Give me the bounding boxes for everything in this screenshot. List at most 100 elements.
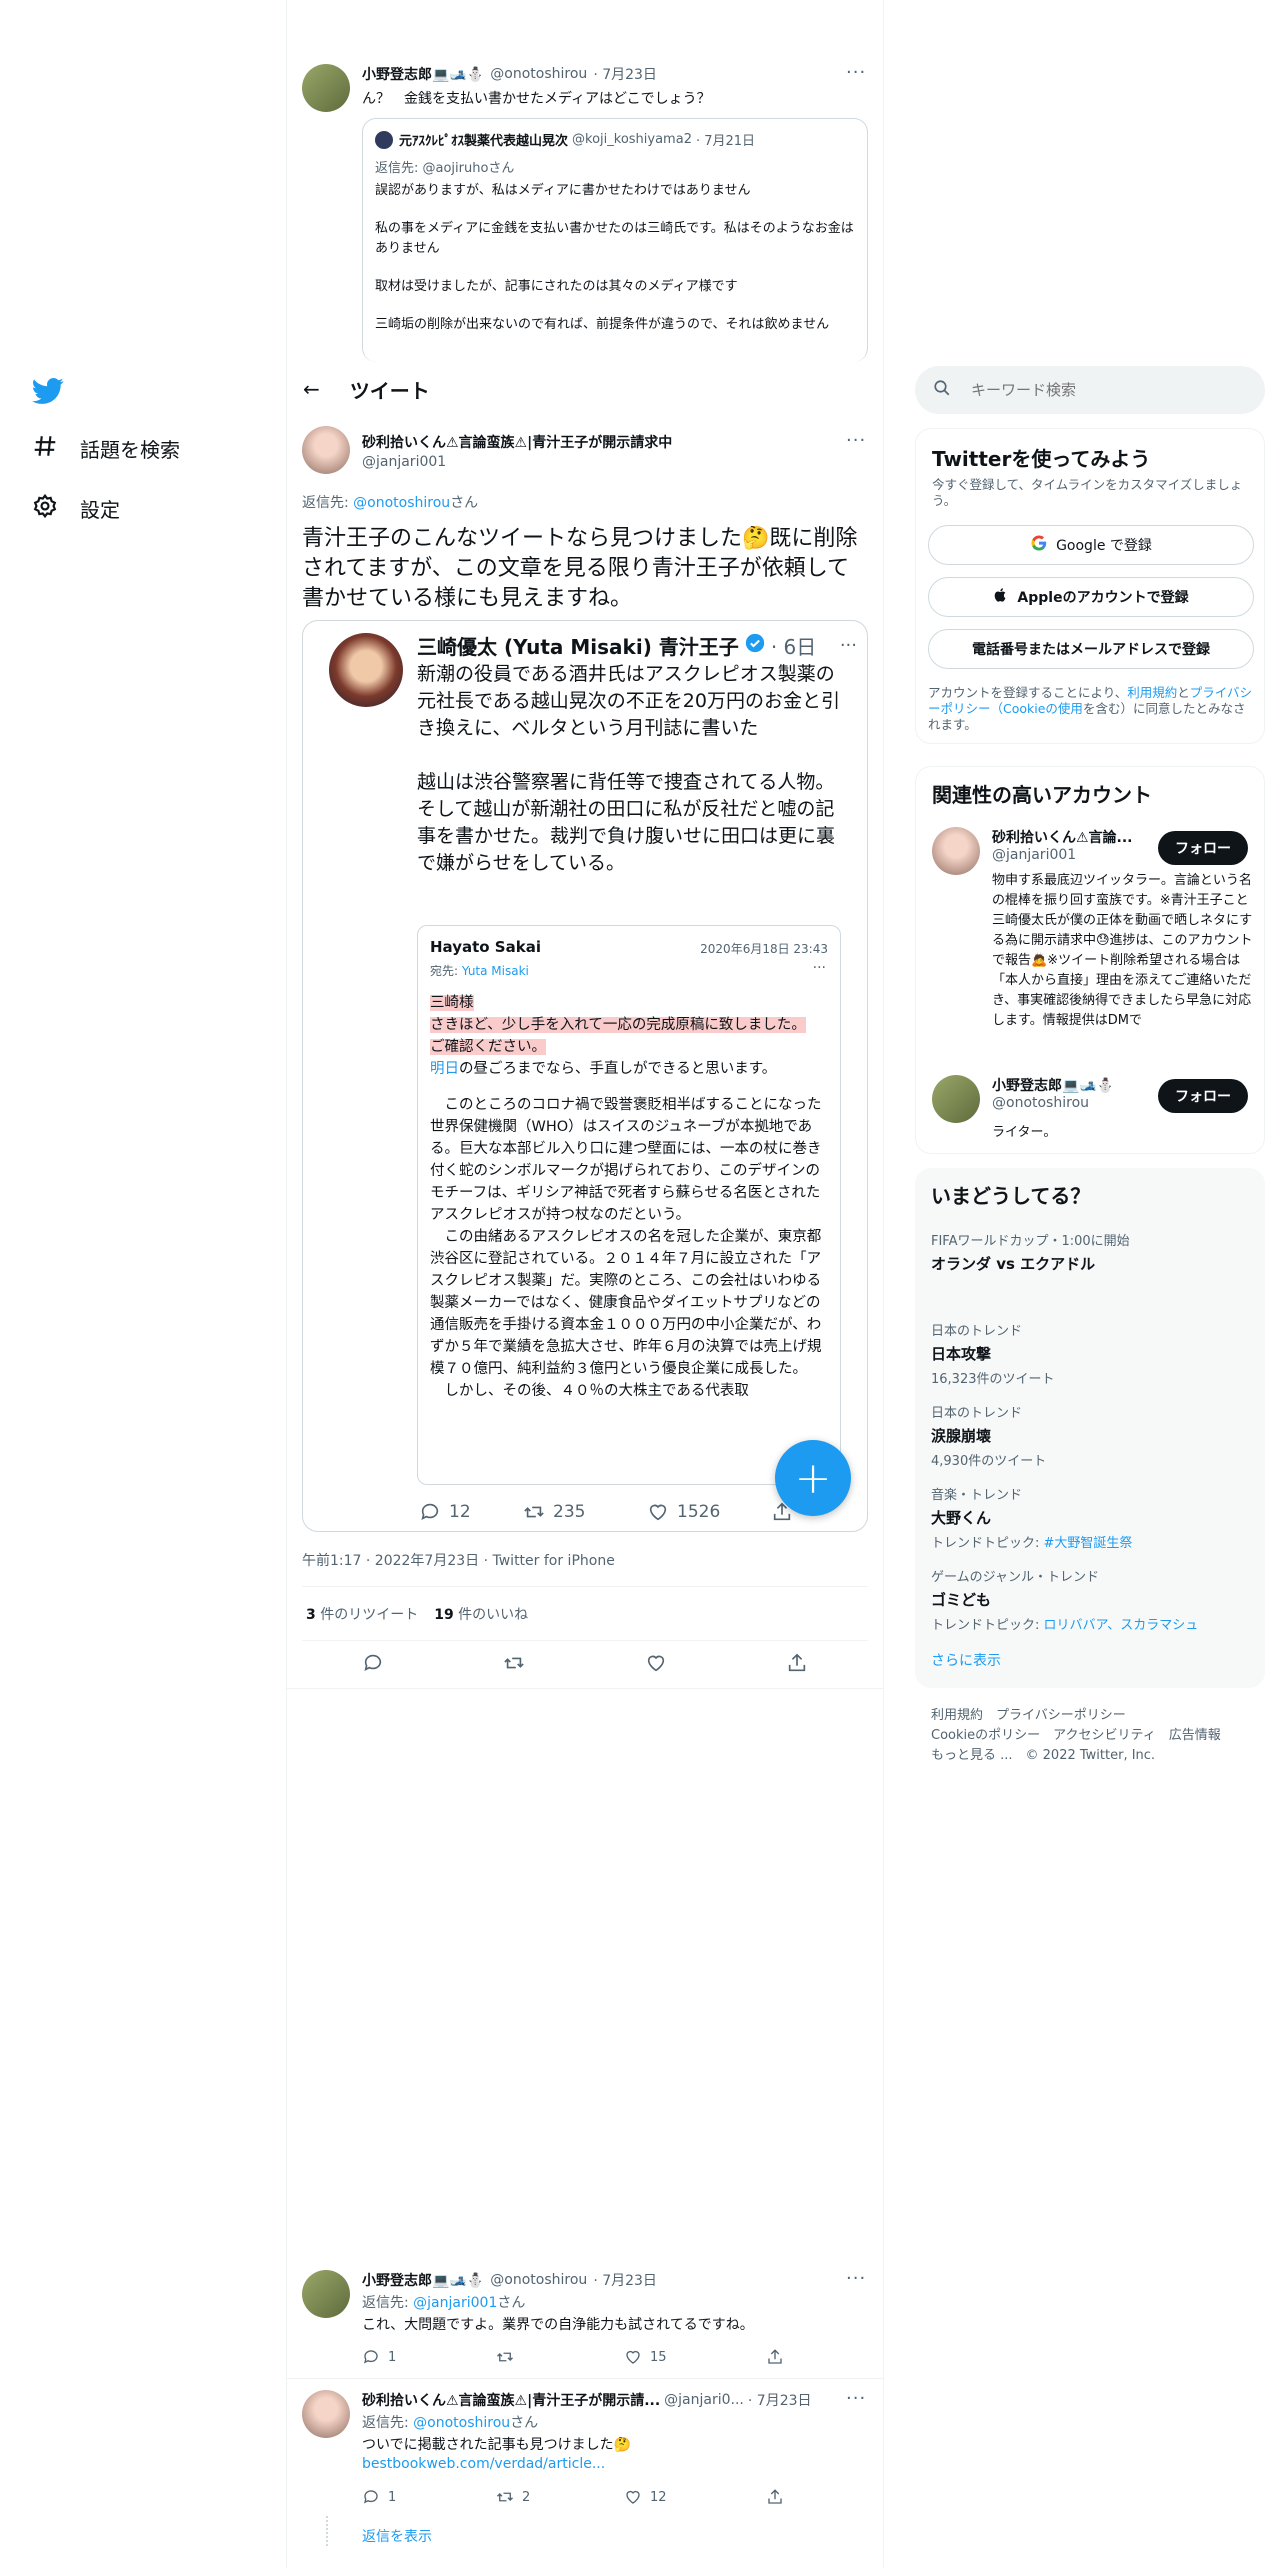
back-arrow-icon[interactable]: ← bbox=[303, 377, 320, 401]
heart-icon bbox=[626, 2490, 640, 2504]
search-input[interactable] bbox=[971, 381, 1231, 399]
trend-title: 日本攻撃 bbox=[931, 1345, 992, 1363]
image-action-bar: 12 235 1526 bbox=[419, 1501, 839, 1523]
avatar[interactable] bbox=[302, 64, 350, 112]
reply-icon bbox=[421, 1503, 439, 1520]
likes-stat[interactable]: 19 件のいいね bbox=[434, 1604, 528, 1624]
count: 1 bbox=[388, 2489, 397, 2505]
trend-item[interactable]: 音楽・トレンド 大野くん トレンドトピック: #大野智誕生祭 bbox=[931, 1484, 1132, 1551]
reply-to-link[interactable]: @onotoshirou bbox=[353, 495, 450, 511]
more-options-icon[interactable]: ··· bbox=[846, 2268, 1266, 2289]
compose-tweet-button[interactable]: + bbox=[775, 1440, 851, 1516]
account-info[interactable]: 砂利拾いくん⚠言論... @janjari001 bbox=[992, 827, 1152, 863]
search-bar[interactable] bbox=[915, 366, 1265, 414]
reply-button[interactable] bbox=[362, 1652, 384, 1674]
share-button[interactable] bbox=[766, 2348, 784, 2366]
footer-line[interactable]: もっと見る ... © 2022 Twitter, Inc. bbox=[931, 1746, 1221, 1766]
reply-button[interactable]: 1 bbox=[362, 2348, 496, 2366]
nav-settings-label: 設定 bbox=[80, 498, 120, 522]
reply-suffix: さん bbox=[510, 2415, 539, 2431]
follow-button[interactable]: フォロー bbox=[1158, 831, 1248, 865]
left-sidebar: 話題を検索 設定 bbox=[0, 0, 286, 2568]
like-button[interactable]: 12 bbox=[624, 2488, 766, 2506]
avatar[interactable] bbox=[932, 827, 980, 875]
share-icon bbox=[789, 1653, 806, 1672]
google-signup-button[interactable]: Google で登録 bbox=[928, 525, 1254, 565]
retweet-button[interactable]: 2 bbox=[496, 2488, 624, 2506]
reply-to: 返信先: @onotoshirouさん bbox=[362, 2412, 538, 2432]
author-name[interactable]: 砂利拾いくん⚠言論蛮族⚠|青汁王子が開示請... bbox=[362, 2390, 660, 2410]
trend-topic: トレンドトピック: ロリババア、スカラマシュ bbox=[931, 1614, 1198, 1633]
show-replies-link[interactable]: 返信を表示 bbox=[362, 2526, 432, 2546]
google-signup-label: Google で登録 bbox=[1056, 538, 1152, 554]
terms-link[interactable]: 利用規約 bbox=[1127, 685, 1177, 700]
signup-card: Twitterを使ってみよう 今すぐ登録して、タイムラインをカスタマイズしましょ… bbox=[915, 428, 1265, 744]
tweet-image[interactable]: 三崎優太 (Yuta Misaki) 青汁王子 · 6日 ··· 新潮の役員であ… bbox=[302, 620, 868, 1532]
trend-item[interactable]: 日本のトレンド 涙腺崩壊 4,930件のツイート bbox=[931, 1402, 1046, 1469]
phone-email-signup-label: 電話番号またはメールアドレスで登録 bbox=[972, 642, 1210, 658]
reply-to-link[interactable]: @janjari001 bbox=[413, 2295, 497, 2311]
trend-item[interactable]: ゲームのジャンル・トレンド ゴミども トレンドトピック: ロリババア、スカラマシ… bbox=[931, 1566, 1198, 1633]
reply-header: 小野登志郎💻🎿⛄ @onotoshirou · 7月23日 bbox=[362, 2270, 832, 2290]
apple-icon bbox=[993, 586, 1009, 608]
avatar[interactable] bbox=[302, 426, 350, 474]
retweet-button[interactable] bbox=[503, 1652, 525, 1674]
quoted-text: 誤認がありますが、私はメディアに書かせたわけではありません 私の事をメディアに金… bbox=[375, 181, 855, 335]
author-handle[interactable]: @janjari0... bbox=[664, 2392, 744, 2408]
like-button[interactable]: 15 bbox=[624, 2348, 766, 2366]
count: 2 bbox=[522, 2489, 531, 2505]
trend-topic-link[interactable]: ロリババア、スカラマシュ bbox=[1044, 1618, 1199, 1633]
account-info[interactable]: 小野登志郎💻🎿⛄ @onotoshirou bbox=[992, 1075, 1152, 1111]
main-tweet-author[interactable]: 砂利拾いくん⚠言論蛮族⚠|青汁王子が開示請求中 @janjari001 bbox=[362, 432, 832, 470]
nav-explore[interactable]: 話題を検索 bbox=[32, 433, 180, 464]
avatar[interactable] bbox=[302, 2390, 350, 2438]
reply-to-link[interactable]: @onotoshirou bbox=[413, 2415, 510, 2431]
reply-icon bbox=[363, 2490, 378, 2504]
retweet-icon bbox=[524, 1506, 544, 1518]
reply-icon bbox=[364, 1654, 381, 1671]
mail-line: 三崎様 bbox=[430, 995, 474, 1011]
author-name[interactable]: 小野登志郎💻🎿⛄ bbox=[362, 64, 484, 84]
like-button[interactable] bbox=[645, 1652, 667, 1674]
reply-button[interactable]: 1 bbox=[362, 2488, 496, 2506]
avatar[interactable] bbox=[302, 2270, 350, 2318]
author-handle[interactable]: @onotoshirou bbox=[490, 2272, 587, 2288]
follow-button[interactable]: フォロー bbox=[1158, 1079, 1248, 1113]
share-button[interactable] bbox=[786, 1652, 808, 1674]
reply-action-bar: 1 2 12 bbox=[362, 2488, 802, 2506]
trend-item[interactable]: 日本のトレンド 日本攻撃 16,323件のツイート bbox=[931, 1320, 1055, 1387]
author-handle[interactable]: @onotoshirou bbox=[490, 66, 587, 82]
trend-category: 日本のトレンド bbox=[931, 1324, 1023, 1339]
apple-signup-button[interactable]: Appleのアカウントで登録 bbox=[928, 577, 1254, 617]
tweet-date[interactable]: · 7月23日 bbox=[593, 64, 657, 84]
main-action-bar bbox=[302, 1652, 868, 1674]
nav-explore-label: 話題を検索 bbox=[80, 438, 180, 462]
twitter-logo-icon[interactable] bbox=[32, 375, 64, 407]
tweet-date[interactable]: · 7月23日 bbox=[593, 2270, 657, 2290]
trend-item[interactable]: FIFAワールドカップ・1:00に開始 オランダ vs エクアドル bbox=[931, 1230, 1130, 1274]
quoted-header: 元ｱｽｸﾚﾋﾟｵｽ製薬代表越山晃次 @koji_koshiyama2 · 7月2… bbox=[399, 130, 859, 149]
image-paragraph: 新潮の役員である酒井氏はアスクレピオス製薬の元社長である越山晃次の不正を20万円… bbox=[417, 663, 840, 739]
tweet-date[interactable]: · 7月23日 bbox=[748, 2390, 812, 2410]
share-button[interactable] bbox=[766, 2488, 784, 2506]
avatar[interactable] bbox=[932, 1075, 980, 1123]
article-link[interactable]: bestbookweb.com/verdad/article... bbox=[362, 2456, 605, 2472]
image-reply: 12 bbox=[419, 1501, 523, 1523]
quoted-tweet[interactable]: 元ｱｽｸﾚﾋﾟｵｽ製薬代表越山晃次 @koji_koshiyama2 · 7月2… bbox=[362, 118, 868, 362]
author-name[interactable]: 小野登志郎💻🎿⛄ bbox=[362, 2270, 484, 2290]
quoted-author-name: 元ｱｽｸﾚﾋﾟｵｽ製薬代表越山晃次 bbox=[399, 134, 569, 149]
page-title: ツイート bbox=[349, 378, 430, 403]
retweet-button[interactable] bbox=[496, 2348, 624, 2366]
show-more-link[interactable]: さらに表示 bbox=[931, 1650, 1001, 1670]
reply-header: 砂利拾いくん⚠言論蛮族⚠|青汁王子が開示請... @janjari0... · … bbox=[362, 2390, 832, 2410]
author-name[interactable]: 砂利拾いくん⚠言論蛮族⚠|青汁王子が開示請求中 bbox=[362, 432, 832, 452]
author-handle[interactable]: @janjari001 bbox=[362, 454, 832, 470]
retweets-stat[interactable]: 3 件のリツイート bbox=[306, 1604, 418, 1624]
more-options-icon[interactable]: ··· bbox=[846, 2388, 1266, 2409]
phone-email-signup-button[interactable]: 電話番号またはメールアドレスで登録 bbox=[928, 629, 1254, 669]
footer-line[interactable]: Cookieのポリシー アクセシビリティ 広告情報 bbox=[931, 1726, 1221, 1746]
footer-line[interactable]: 利用規約 プライバシーポリシー bbox=[931, 1706, 1221, 1726]
more-options-icon[interactable]: ··· bbox=[846, 62, 1266, 83]
nav-settings[interactable]: 設定 bbox=[32, 493, 120, 524]
trend-topic-link[interactable]: #大野智誕生祭 bbox=[1044, 1536, 1133, 1551]
